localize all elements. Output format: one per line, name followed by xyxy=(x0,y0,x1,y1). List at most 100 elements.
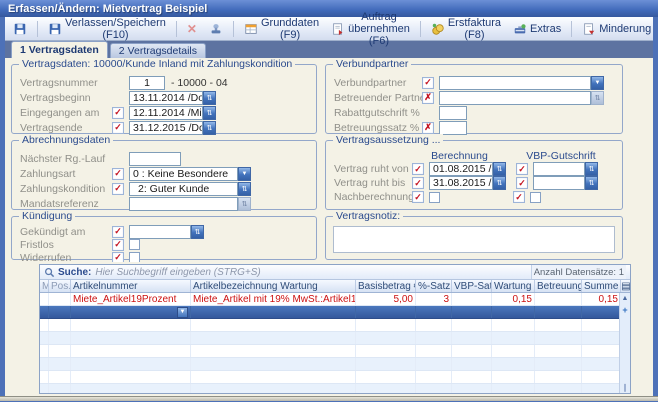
column-header-artikelbezeichnung[interactable]: Artikelbezeichnung Wartung xyxy=(191,280,356,292)
zahlungsart-select[interactable]: 0 : Keine Besondere xyxy=(129,167,238,181)
betreuungssatz-input[interactable] xyxy=(439,121,467,135)
rule-check-icon[interactable]: ✓ xyxy=(513,191,525,203)
zahlungskondition-input[interactable]: 2: Guter Kunde xyxy=(129,182,238,196)
table-row-empty[interactable] xyxy=(40,345,630,358)
column-header-basisbetrag[interactable]: Basisbetrag € xyxy=(356,280,416,292)
vertragsnummer-suffix: - 10000 - 04 xyxy=(171,77,228,89)
column-header-summe[interactable]: Summe W xyxy=(582,280,621,292)
table-row-empty[interactable] xyxy=(40,384,630,394)
vbp-gutschrift-column-label: VBP-Gutschrift xyxy=(525,150,597,162)
verlassen-speichern-label: Verlassen/Speichern (F10) xyxy=(65,17,166,41)
group-title: Verbundpartner xyxy=(333,58,411,70)
spinner-button[interactable]: ⇅ xyxy=(493,162,506,176)
erstfaktura-label: Erstfaktura (F8) xyxy=(448,17,501,41)
dropdown-arrow-icon[interactable]: ▼ xyxy=(591,76,604,90)
erstfaktura-button[interactable]: Erstfaktura (F8) xyxy=(426,19,506,39)
window-title: Erfassen/Ändern: Mietvertrag Beispiel xyxy=(8,3,207,15)
column-header-vbpsatz[interactable]: VBP-Satz xyxy=(452,280,492,292)
column-options-icon[interactable]: ▤ xyxy=(621,280,631,292)
spinner-button[interactable]: ⇅ xyxy=(591,91,604,105)
grid-search-bar[interactable]: Suche: Hier Suchbegriff eingeben (STRG+S… xyxy=(40,265,630,280)
minderung-label: Minderung xyxy=(599,23,651,35)
rule-check-icon[interactable]: ✓ xyxy=(516,177,528,189)
vertragsnummer-input[interactable]: 1 xyxy=(129,76,165,90)
dropdown-arrow-icon[interactable]: ▼ xyxy=(238,167,251,181)
table-row-empty[interactable] xyxy=(40,371,630,384)
vertragsende-input[interactable]: 31.12.2015 /Do xyxy=(129,121,203,135)
search-placeholder: Hier Suchbegriff eingeben (STRG+S) xyxy=(95,267,260,278)
betreuender-partner-input[interactable] xyxy=(439,91,591,105)
rule-check-icon[interactable]: ✓ xyxy=(422,77,434,89)
column-header-betreuung[interactable]: Betreuung € xyxy=(535,280,582,292)
rule-check-icon[interactable]: ✓ xyxy=(412,191,424,203)
spinner-button[interactable]: ⇅ xyxy=(203,91,216,105)
mandatsreferenz-input[interactable] xyxy=(129,197,238,211)
tab-vertragsdaten[interactable]: 1 Vertragsdaten xyxy=(11,41,108,58)
column-header-artikelnummer[interactable]: Artikelnummer xyxy=(71,280,191,292)
document-minus-icon xyxy=(582,22,596,36)
vertrag-ruht-bis-input[interactable]: 31.08.2015 /Mo xyxy=(429,176,493,190)
rabattgutschrift-input[interactable] xyxy=(439,106,467,120)
rule-check-icon[interactable]: ✓ xyxy=(516,163,528,175)
vbp-ruht-von-input[interactable] xyxy=(533,162,585,176)
rule-check-icon[interactable]: ✓ xyxy=(112,122,124,134)
column-header-wartung[interactable]: Wartung € xyxy=(492,280,535,292)
verlassen-speichern-button[interactable]: Verlassen/Speichern (F10) xyxy=(43,19,171,39)
fristlos-checkbox[interactable] xyxy=(129,239,140,250)
table-row[interactable]: Miete_Artikel19Prozent Miete_Artikel mit… xyxy=(40,293,630,306)
tab-vertragsdetails[interactable]: 2 Vertragsdetails xyxy=(110,43,206,58)
vertrag-ruht-von-input[interactable]: 01.08.2015 /Sa xyxy=(429,162,493,176)
row-dropdown-arrow-icon[interactable]: ▼ xyxy=(177,307,188,318)
delete-button[interactable]: ✕ xyxy=(182,19,202,39)
spinner-button[interactable]: ⇅ xyxy=(585,176,598,190)
gekuendigt-am-input[interactable] xyxy=(129,225,191,239)
extras-label: Extras xyxy=(530,23,561,35)
save-button[interactable] xyxy=(8,19,32,39)
rule-check-icon[interactable]: ✓ xyxy=(112,226,124,238)
vertragsbeginn-input[interactable]: 13.11.2014 /Do xyxy=(129,91,203,105)
rule-check-icon[interactable]: ✓ xyxy=(112,107,124,119)
naechster-rg-lauf-input[interactable] xyxy=(129,152,181,166)
spinner-button[interactable]: ⇅ xyxy=(493,176,506,190)
eingegangen-am-input[interactable]: 12.11.2014 /Mi xyxy=(129,106,203,120)
nachberechnung-checkbox[interactable] xyxy=(429,192,440,203)
minderung-button[interactable]: Minderung xyxy=(577,19,656,39)
vertragsnotiz-textarea[interactable] xyxy=(333,226,615,253)
spinner-button[interactable]: ⇅ xyxy=(203,106,216,120)
table-row-empty[interactable] xyxy=(40,332,630,345)
rule-cross-icon[interactable]: ✗ xyxy=(422,122,434,134)
auftrag-uebernehmen-button[interactable]: Auftrag übernehmen (F6) xyxy=(326,19,415,39)
rule-check-icon[interactable]: ✓ xyxy=(112,168,124,180)
rule-check-icon[interactable]: ✓ xyxy=(112,183,124,195)
verbundpartner-label: Verbundpartner xyxy=(334,77,422,89)
tab-strip: 1 Vertragsdaten 2 Vertragsdetails xyxy=(5,41,653,58)
scroll-up-icon[interactable]: ▲ xyxy=(620,293,631,304)
spinner-button[interactable]: ⇅ xyxy=(238,197,251,211)
table-row-empty[interactable] xyxy=(40,358,630,371)
nachberechnung-vbp-checkbox[interactable] xyxy=(530,192,541,203)
extras-button[interactable]: Extras xyxy=(508,19,566,39)
rule-check-icon[interactable]: ✓ xyxy=(112,239,124,251)
spinner-button[interactable]: ⇅ xyxy=(238,182,251,196)
grunddaten-button[interactable]: Grunddaten (F9) xyxy=(239,19,324,39)
table-row-empty[interactable] xyxy=(40,319,630,332)
vbp-ruht-bis-input[interactable] xyxy=(533,176,585,190)
column-header-m[interactable]: M xyxy=(40,280,49,292)
verbundpartner-select[interactable] xyxy=(439,76,591,90)
record-count: Anzahl Datensätze: 1 xyxy=(531,265,626,279)
rule-check-icon[interactable]: ✓ xyxy=(412,163,424,175)
spinner-button[interactable]: ⇅ xyxy=(585,162,598,176)
rule-check-icon[interactable]: ✓ xyxy=(412,177,424,189)
group-vertragsdaten: Vertragsdaten: 10000/Kunde Inland mit Za… xyxy=(11,64,317,134)
spinner-button[interactable]: ⇅ xyxy=(203,121,216,135)
rule-cross-icon[interactable]: ✗ xyxy=(422,92,434,104)
stamp-button[interactable] xyxy=(204,19,228,39)
toolbar-separator xyxy=(420,21,421,37)
column-header-pos[interactable]: Pos. xyxy=(49,280,71,292)
add-row-icon[interactable]: + xyxy=(620,304,631,315)
column-header-prozsatz[interactable]: %-Satz xyxy=(416,280,452,292)
table-row-selected[interactable]: ▼ xyxy=(40,306,630,319)
grid-vertical-scrollbar[interactable]: ▲ + ∥ xyxy=(619,293,630,393)
spinner-button[interactable]: ⇅ xyxy=(191,225,204,239)
resize-grip-icon[interactable]: ∥ xyxy=(620,382,631,393)
